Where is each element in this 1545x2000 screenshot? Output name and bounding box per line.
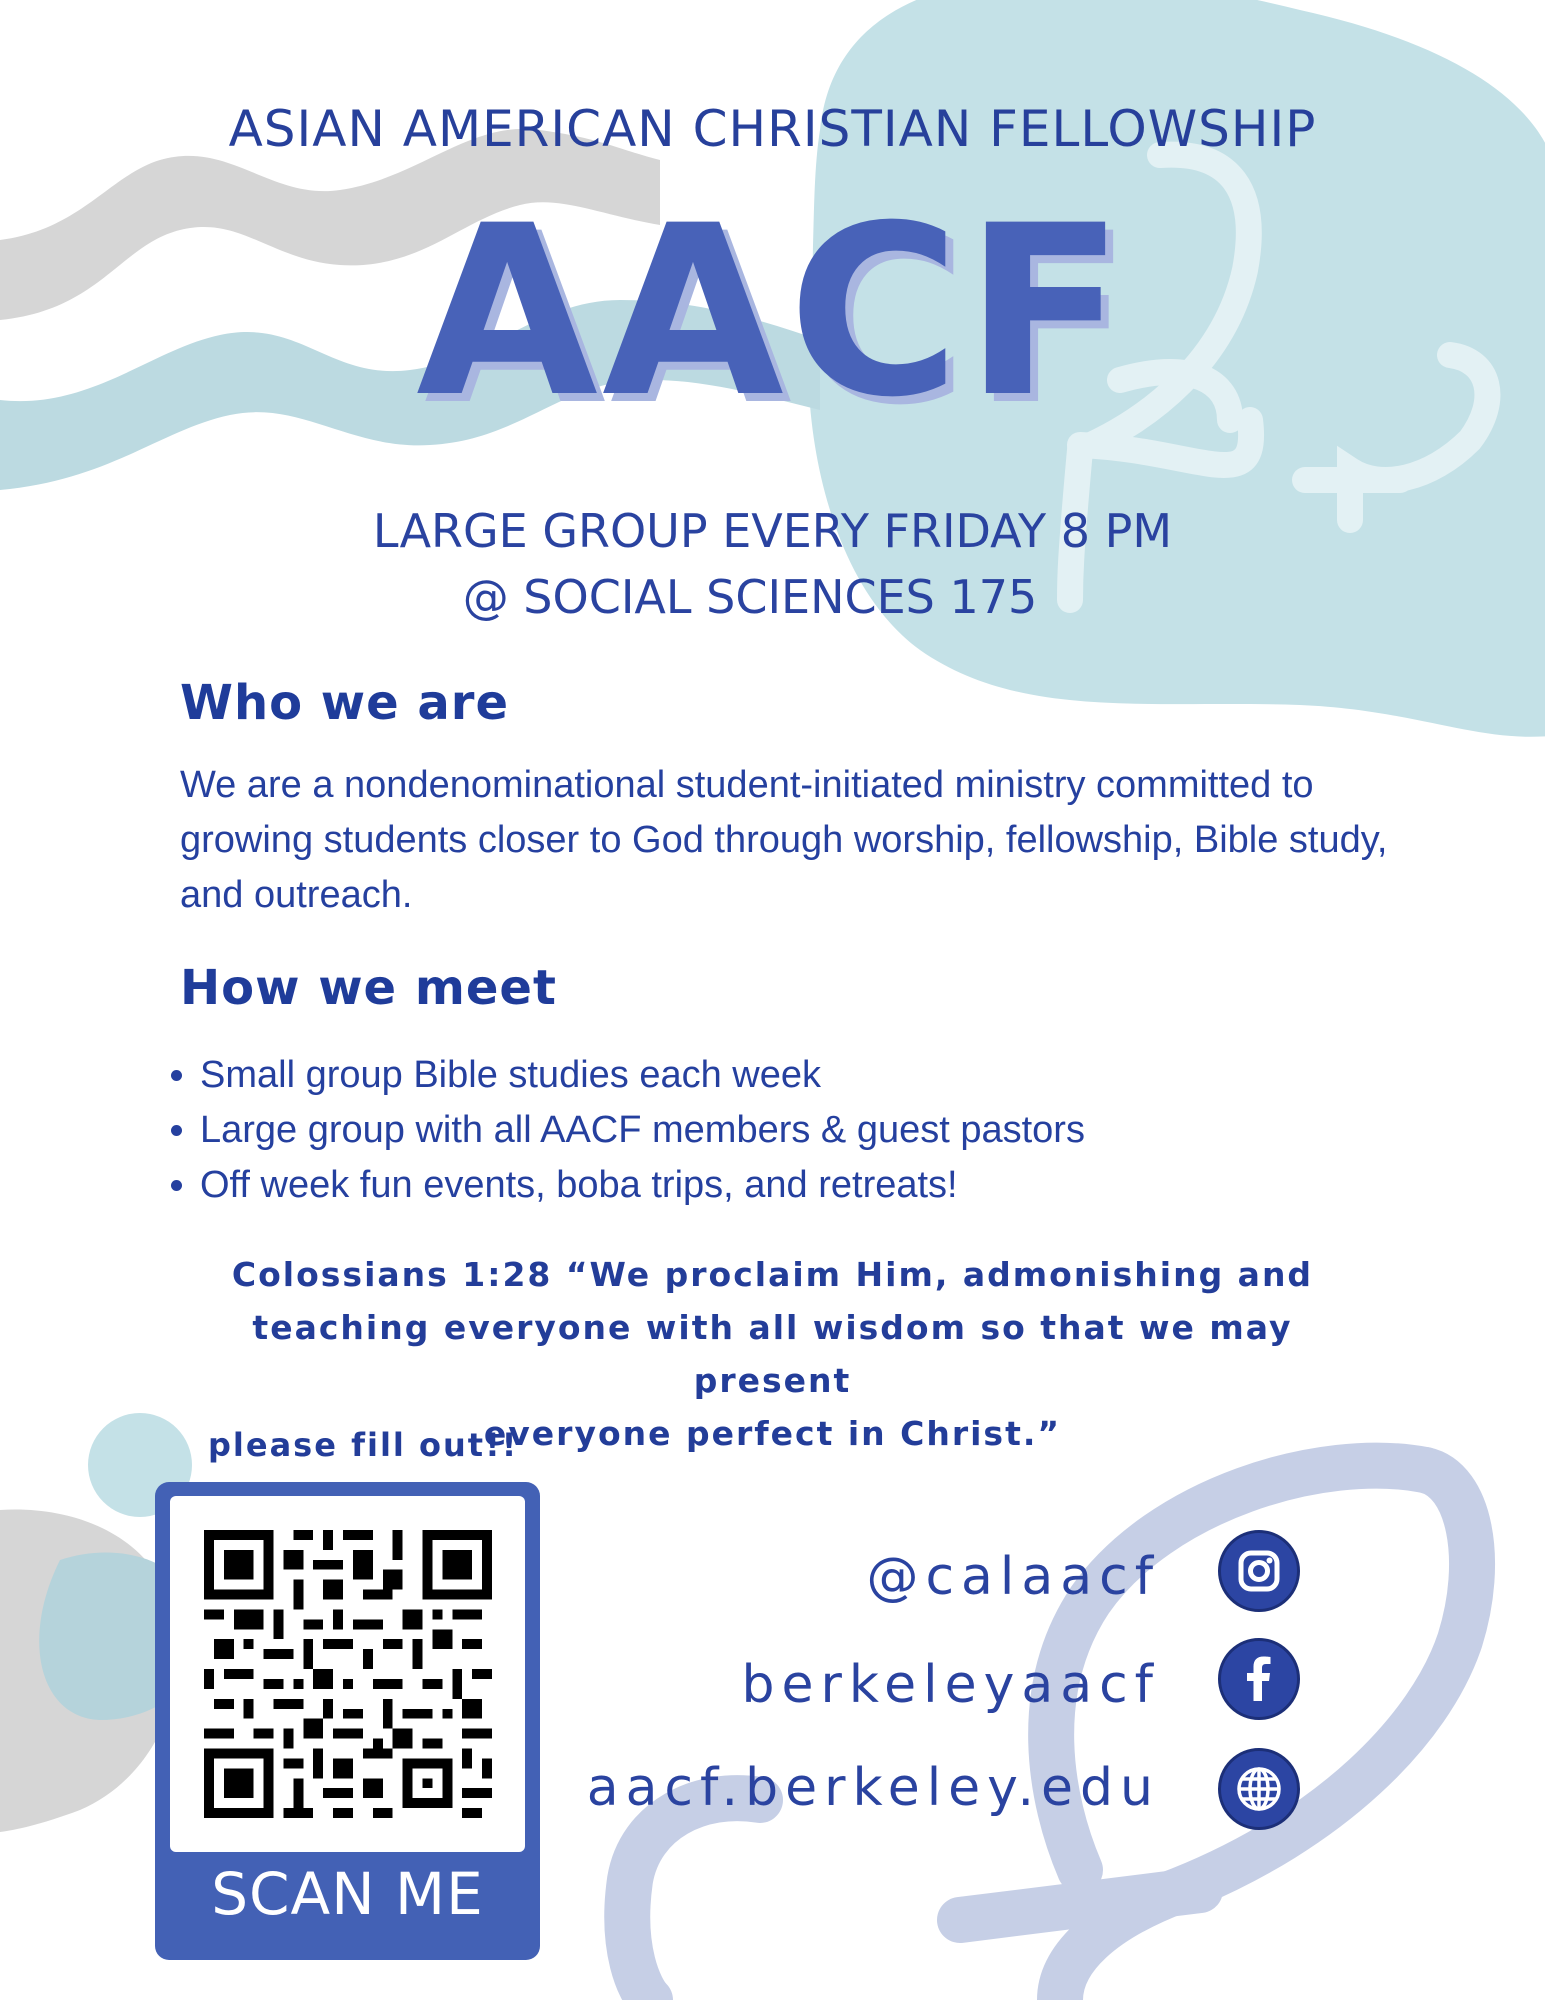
who-we-are-body: We are a nondenominational student-initi… (180, 764, 1388, 916)
instagram-handle[interactable]: @calaacf (866, 1547, 1160, 1607)
list-item: Large group with all AACF members & gues… (200, 1103, 1085, 1158)
website-link[interactable]: aacf.berkeley.edu (587, 1758, 1160, 1818)
how-we-meet-list: Small group Bible studies each week Larg… (148, 1048, 1085, 1213)
list-item: Small group Bible studies each week (200, 1048, 1085, 1103)
facebook-icon[interactable] (1218, 1638, 1300, 1720)
verse-line: teaching everyone with all wisdom so tha… (252, 1308, 1293, 1400)
facebook-handle[interactable]: berkeleyaacf (742, 1655, 1160, 1715)
globe-icon[interactable] (1218, 1748, 1300, 1830)
instagram-icon[interactable] (1218, 1530, 1300, 1612)
lavender-fish-decoration (604, 1442, 1496, 2000)
scan-me-label: SCAN ME (211, 1860, 484, 1928)
qr-code-card[interactable]: SCAN ME (155, 1482, 540, 1960)
meeting-location: @ SOCIAL SCIENCES 175 (462, 570, 1038, 624)
list-item: Off week fun events, boba trips, and ret… (200, 1158, 1085, 1213)
who-we-are-heading: Who we are (180, 675, 510, 731)
qr-code-area[interactable] (170, 1496, 525, 1852)
meeting-time: LARGE GROUP EVERY FRIDAY 8 PM (372, 504, 1173, 558)
meeting-info: LARGE GROUP EVERY FRIDAY 8 PM @ SOCIAL S… (0, 498, 1545, 630)
verse-line: Colossians 1:28 “We proclaim Him, admoni… (231, 1255, 1314, 1294)
organization-name: ASIAN AMERICAN CHRISTIAN FELLOWSHIP (228, 100, 1317, 158)
organization-acronym-title: AACF (416, 176, 1129, 449)
how-we-meet-heading: How we meet (180, 960, 557, 1016)
qr-note: please fill out!! (208, 1426, 519, 1464)
qr-code-icon[interactable] (204, 1530, 492, 1818)
